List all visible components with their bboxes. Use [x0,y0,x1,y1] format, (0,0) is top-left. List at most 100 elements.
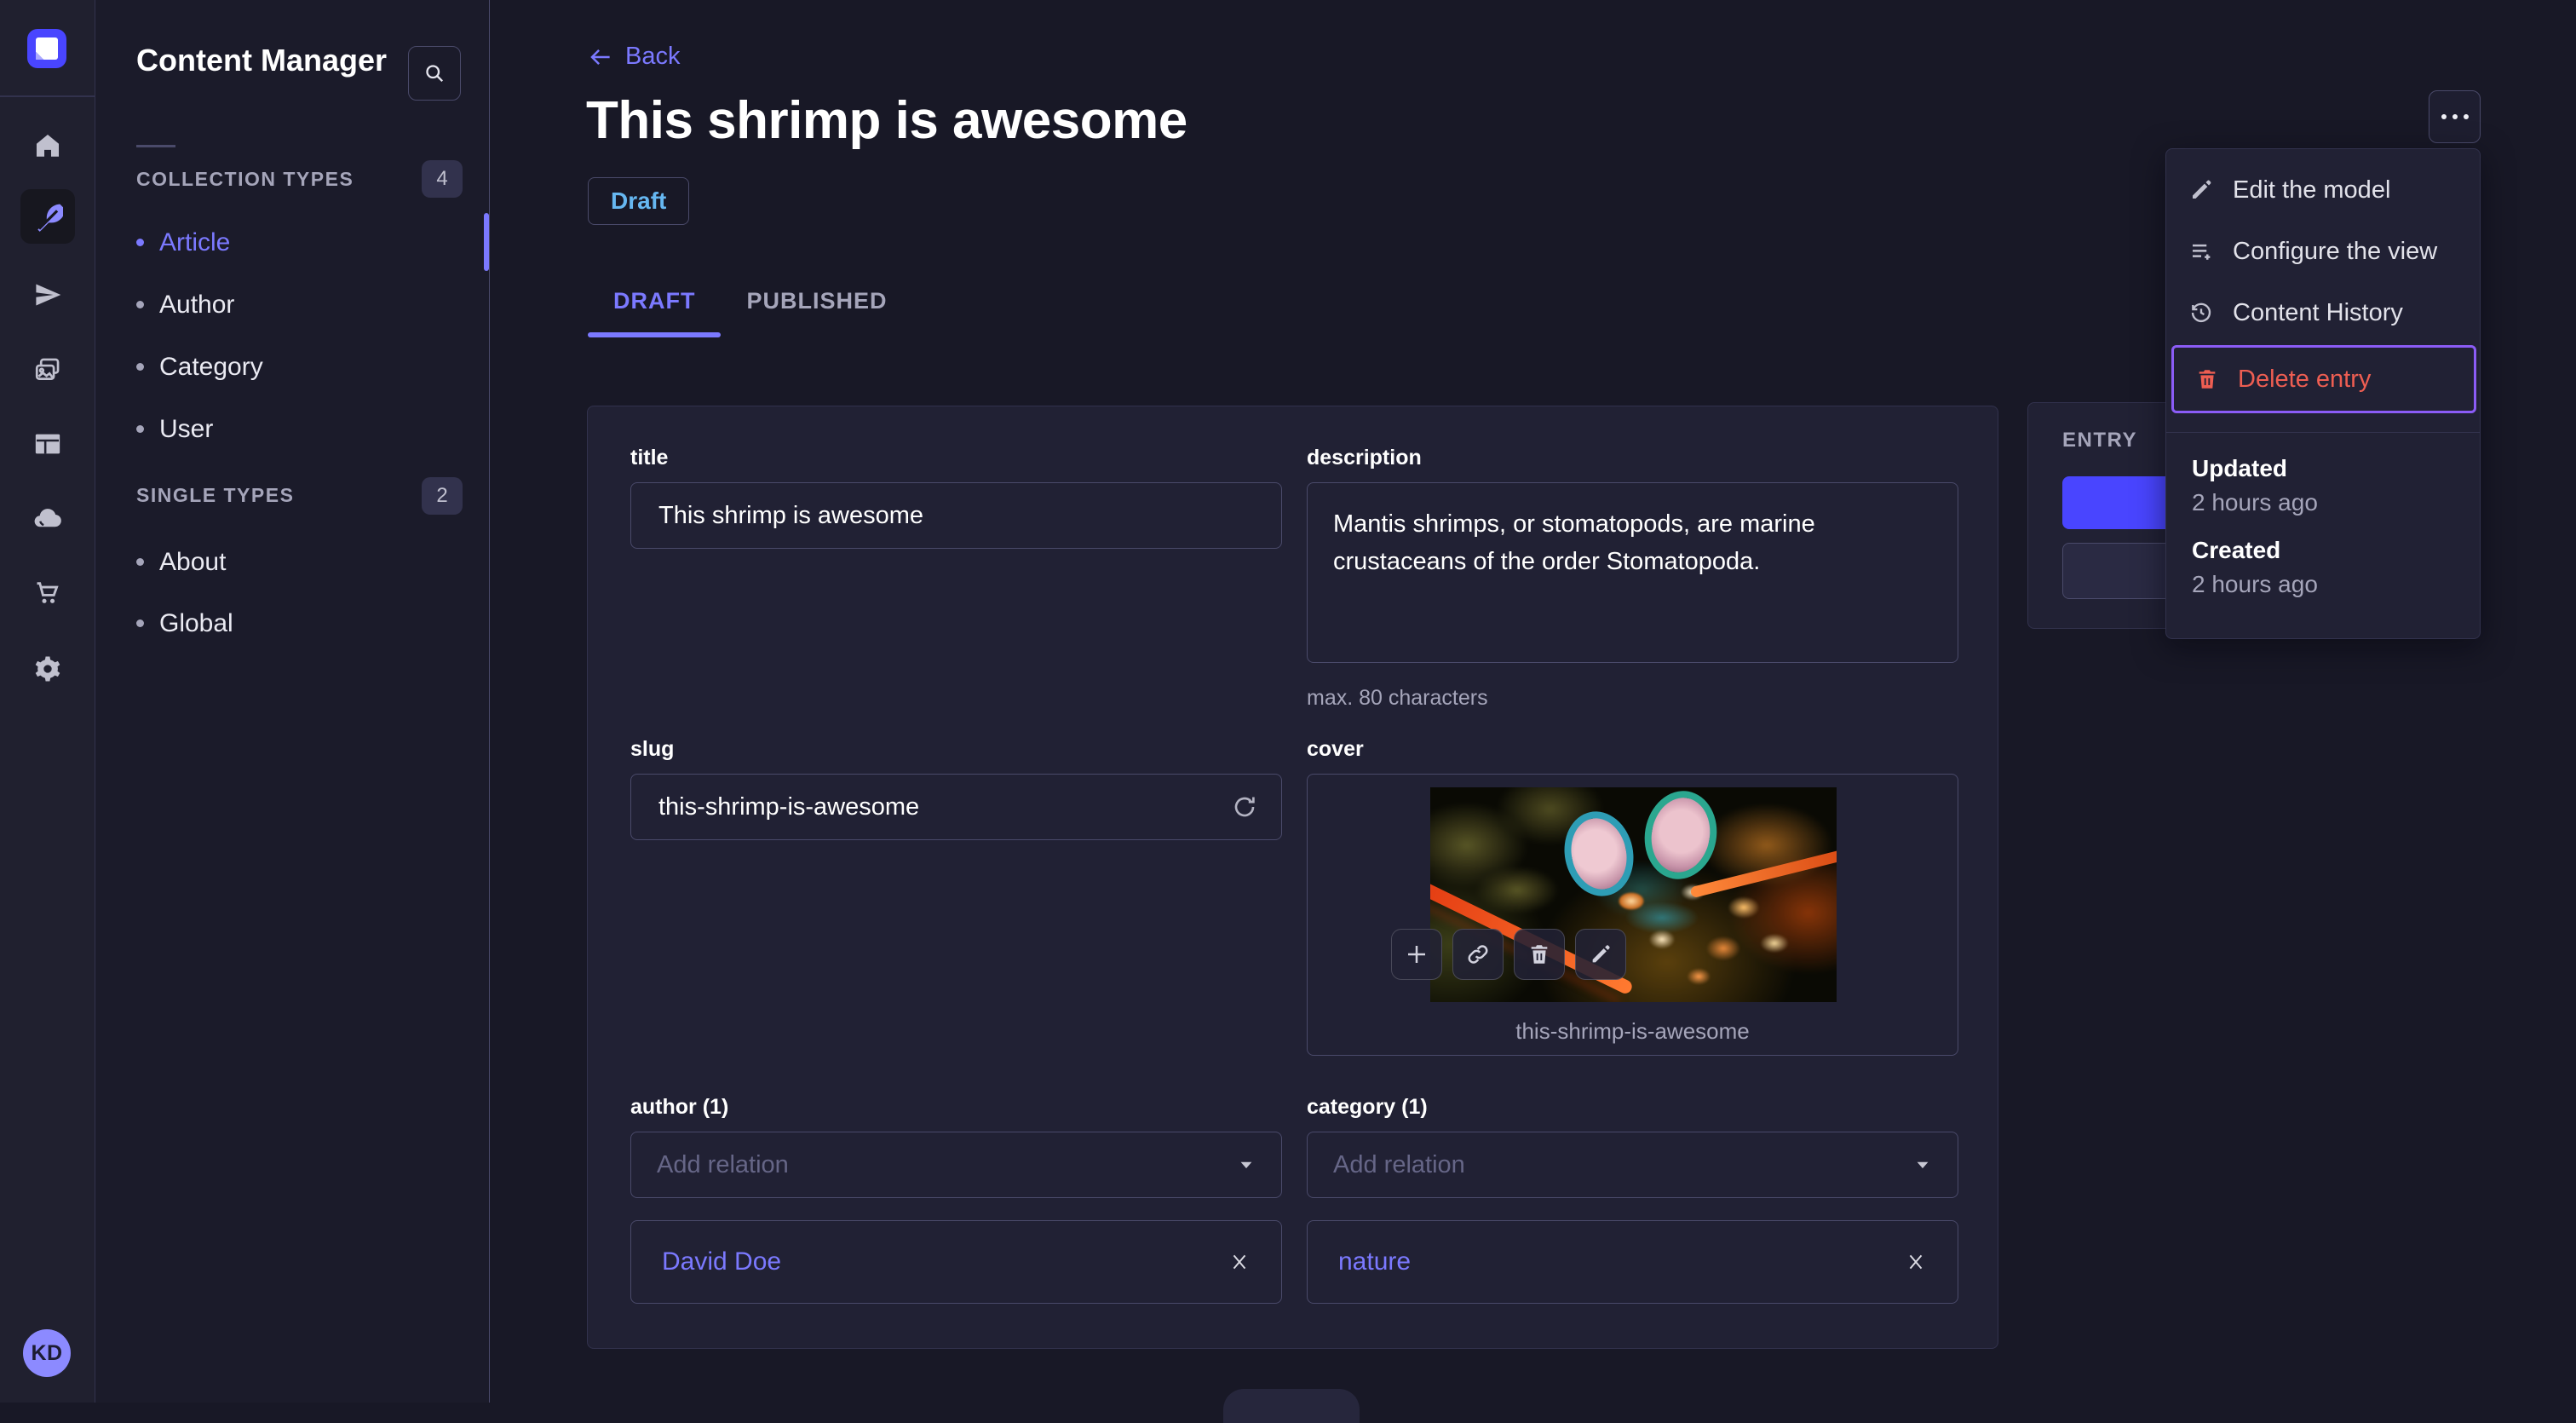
arrow-left-icon [590,49,610,65]
more-actions-button[interactable] [2429,90,2481,143]
nav-rail: KD [0,0,95,1403]
strapi-logo[interactable] [27,29,66,68]
page-title: This shrimp is awesome [586,91,1187,150]
bottom-partial-element[interactable] [1223,1389,1360,1423]
home-icon [36,134,60,157]
cart-icon [37,582,59,603]
status-badge: Draft [588,177,690,225]
author-field-label: author (1) [630,1095,729,1119]
feather-icon [37,204,63,232]
chevron-down-icon [1917,1161,1929,1169]
sidebar-item-category[interactable]: Category [136,336,460,398]
delete-media-button[interactable] [1514,929,1565,980]
nav-content-button[interactable] [20,189,75,244]
active-item-indicator [484,213,489,271]
nav-content-type-builder-button[interactable] [20,417,75,471]
menu-item-configure-view[interactable]: Configure the view [2166,221,2480,282]
cover-media-box: this-shrimp-is-awesome [1307,774,1958,1056]
created-label: Created [2192,537,2281,563]
refresh-icon [1234,797,1255,817]
nav-media-library-button[interactable] [20,343,75,397]
nav-releases-button[interactable] [20,268,75,322]
category-field-group: category (1) Add relation nature [1307,1095,1958,1304]
bullet-icon [136,558,144,566]
description-field-label: description [1307,446,1422,470]
nav-marketplace-button[interactable] [20,566,75,620]
dot-icon [2452,114,2458,119]
collection-types-count-badge: 4 [422,160,463,198]
sidebar-item-user[interactable]: User [136,398,460,460]
nav-cloud-button[interactable] [20,491,75,545]
sidebar-item-global[interactable]: Global [136,592,460,654]
close-icon [1909,1254,1923,1270]
slug-input[interactable] [630,774,1282,840]
divider [0,95,95,97]
tab-draft[interactable]: DRAFT [588,285,722,337]
add-media-button[interactable] [1391,929,1442,980]
bullet-icon [136,619,144,627]
divider [136,145,175,147]
tab-published[interactable]: PUBLISHED [721,285,912,337]
gear-icon [35,656,60,682]
sidebar-item-author[interactable]: Author [136,274,460,336]
dot-icon [2463,114,2469,119]
menu-item-label: Configure the view [2233,237,2438,265]
menu-item-label: Content History [2233,298,2403,326]
bullet-icon [136,425,144,433]
remove-relation-button[interactable] [1228,1251,1251,1273]
sidebar-item-label: Article [159,228,231,256]
menu-item-delete-entry[interactable]: Delete entry [2171,345,2476,413]
author-relation-select[interactable]: Add relation [630,1132,1282,1198]
menu-item-label: Delete entry [2238,365,2372,393]
sidebar-item-label: User [159,414,214,443]
copy-link-button[interactable] [1452,929,1504,980]
category-relation-select[interactable]: Add relation [1307,1132,1958,1198]
plus-icon [1408,946,1425,963]
dot-icon [2441,114,2447,119]
menu-item-content-history[interactable]: Content History [2166,282,2480,343]
category-field-label: category (1) [1307,1095,1428,1119]
sidebar-item-article[interactable]: Article [136,211,460,274]
created-value: 2 hours ago [2192,571,2318,597]
regenerate-slug-button[interactable] [1228,790,1262,824]
sidebar-item-about[interactable]: About [136,531,460,593]
nav-home-button[interactable] [20,118,75,173]
author-field-group: author (1) Add relation David Doe [630,1095,1282,1304]
title-input[interactable] [630,482,1282,549]
description-field-group: description Mantis shrimps, or stomatopo… [1307,446,1958,711]
menu-item-edit-model[interactable]: Edit the model [2166,159,2480,221]
nav-settings-button[interactable] [20,642,75,696]
relation-link[interactable]: nature [1338,1247,1411,1276]
collection-types-label: COLLECTION TYPES [136,167,354,190]
search-button[interactable] [408,46,461,101]
pencil-icon [2193,180,2211,199]
sidebar-item-label: Category [159,352,263,381]
relation-link[interactable]: David Doe [662,1247,781,1276]
remove-relation-button[interactable] [1905,1251,1927,1273]
layout-icon [35,434,60,454]
relation-placeholder: Add relation [1333,1150,1465,1178]
cover-filename: this-shrimp-is-awesome [1515,1018,1750,1044]
menu-item-label: Edit the model [2233,176,2391,204]
close-icon [1233,1254,1246,1270]
bullet-icon [136,239,144,246]
avatar[interactable]: KD [23,1329,71,1377]
relation-placeholder: Add relation [657,1150,789,1178]
cover-field-label: cover [1307,737,1364,761]
bullet-icon [136,363,144,371]
updated-label: Updated [2192,455,2287,481]
sidebar-item-label: About [159,547,227,576]
slug-field-label: slug [630,737,675,761]
author-relation-item: David Doe [630,1220,1282,1304]
trash-icon [1531,945,1548,964]
history-clock-icon [2191,302,2211,322]
description-textarea[interactable]: Mantis shrimps, or stomatopods, are mari… [1307,482,1958,663]
cover-field-group: cover this-shrimp-is-awesome [1307,737,1958,1056]
single-types-count-badge: 2 [422,477,463,515]
back-link[interactable]: Back [588,43,680,71]
title-field-label: title [630,446,669,470]
title-field-group: title [630,446,1282,549]
edit-media-button[interactable] [1575,929,1626,980]
description-hint: max. 80 characters [1307,686,1488,710]
entry-form-card: title description Mantis shrimps, or sto… [587,406,1998,1349]
